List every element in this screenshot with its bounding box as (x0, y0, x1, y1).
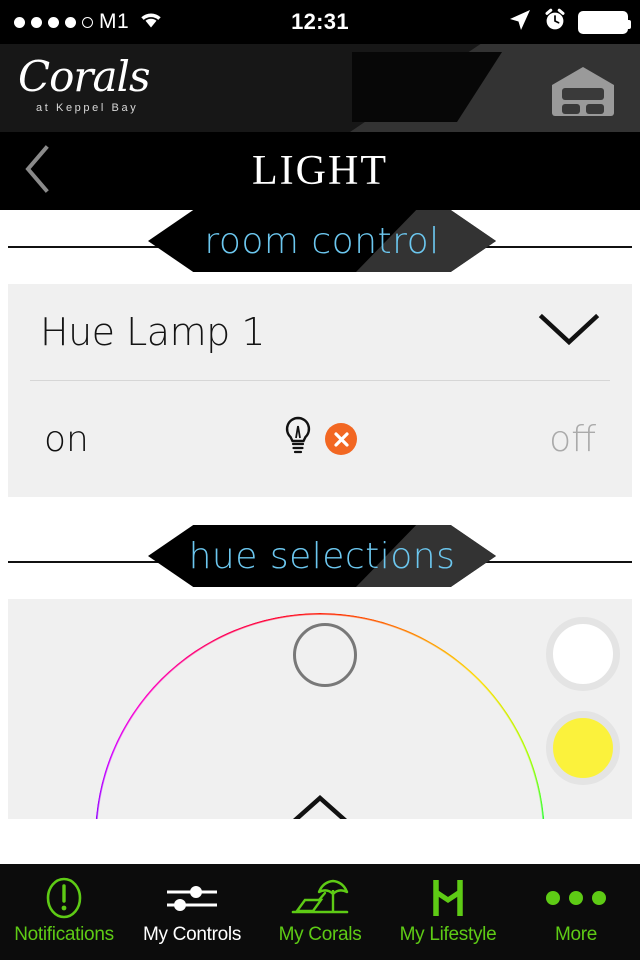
tab-label: My Lifestyle (399, 924, 497, 945)
tab-my-lifestyle[interactable]: My Lifestyle (384, 864, 512, 960)
tab-notifications[interactable]: Notifications (0, 864, 128, 960)
content-scroll-area[interactable]: room control Hue Lamp 1 on off hue selec… (0, 210, 640, 864)
tab-label: More (554, 924, 598, 945)
state-off-label[interactable]: off (549, 419, 596, 460)
lamp-name-label: Hue Lamp 1 (40, 310, 265, 354)
white-swatch[interactable] (546, 617, 620, 691)
letter-h-icon (428, 878, 468, 918)
brand-tagline: at Keppel Bay (36, 102, 139, 114)
brand-header: Corals at Keppel Bay (0, 44, 640, 132)
toggle-indicator-group (283, 416, 357, 463)
hue-selections-heading: hue selections (188, 535, 456, 577)
color-wheel-handle[interactable] (293, 623, 357, 687)
ellipsis-icon (546, 878, 606, 918)
battery-full-icon (578, 10, 631, 34)
lightbulb-icon[interactable] (283, 416, 313, 463)
lamp-selector-row[interactable]: Hue Lamp 1 (8, 284, 632, 380)
chevron-down-icon[interactable] (538, 313, 600, 352)
ellipsis-dot (546, 891, 560, 905)
app-screen: M1 12:31 Corals at Keppel Bay LIGHT room… (0, 0, 640, 960)
brand-name: Corals (18, 52, 151, 101)
circle-x-icon[interactable] (325, 423, 357, 455)
exclamation-circle-icon (44, 877, 84, 919)
tab-more[interactable]: More (512, 864, 640, 960)
room-control-heading: room control (204, 220, 440, 262)
state-on-label[interactable]: on (44, 419, 89, 460)
preset-swatch-list (546, 617, 620, 785)
tab-label: Notifications (14, 924, 114, 945)
status-bar: M1 12:31 (0, 0, 640, 44)
tab-label: My Corals (278, 924, 362, 945)
hue-selections-banner: hue selections (148, 525, 496, 587)
brand-logo: Corals at Keppel Bay (18, 52, 151, 115)
ellipsis-dot (592, 891, 606, 905)
home-icon[interactable] (550, 66, 616, 121)
clock: 12:31 (291, 9, 349, 34)
yellow-swatch[interactable] (546, 711, 620, 785)
hue-selections-panel (8, 599, 632, 819)
tab-label: My Controls (142, 924, 242, 945)
room-control-card: Hue Lamp 1 on off (8, 284, 632, 497)
chevron-up-icon[interactable] (289, 793, 351, 819)
tab-my-controls[interactable]: My Controls (128, 864, 256, 960)
page-title-bar: LIGHT (0, 132, 640, 210)
beach-lounger-icon (289, 878, 351, 918)
tab-my-corals[interactable]: My Corals (256, 864, 384, 960)
section-header-hue-selections: hue selections (0, 525, 640, 599)
section-header-room-control: room control (0, 210, 640, 284)
color-wheel[interactable] (95, 613, 545, 819)
bottom-tab-bar: Notifications My Controls My Corals My L… (0, 864, 640, 960)
sliders-icon (164, 878, 220, 918)
room-control-banner: room control (148, 210, 496, 272)
ellipsis-dot (569, 891, 583, 905)
page-title: LIGHT (252, 148, 388, 194)
on-off-toggle-row[interactable]: on off (8, 381, 632, 497)
